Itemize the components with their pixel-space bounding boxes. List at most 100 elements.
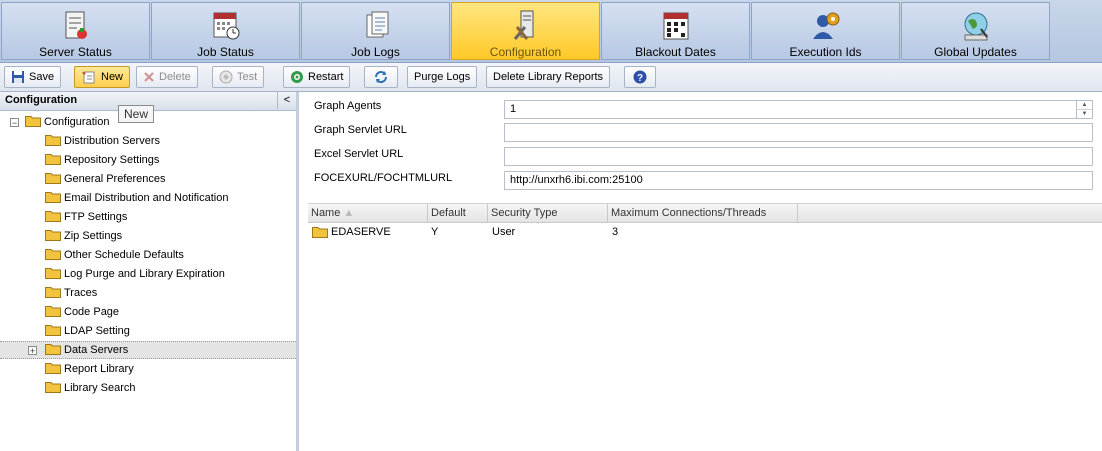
test-label: Test [237,71,258,83]
panel-title: Configuration [5,94,78,106]
collapse-panel-button[interactable]: < [277,92,296,109]
purge-logs-button[interactable]: Purge Logs [407,66,478,88]
tree-item-email-distribution[interactable]: Email Distribution and Notification [45,189,228,207]
delete-icon [144,72,154,82]
column-header-name[interactable]: Name ▲ [308,204,428,222]
column-label: Name [311,207,341,219]
tree-item-report-library[interactable]: Report Library [45,360,134,378]
tree-item-configuration-root[interactable]: Configuration [25,113,109,131]
graph-servlet-url-field[interactable] [504,123,1093,142]
folder-icon [45,363,61,374]
cell-security-type: User [492,226,516,238]
tree-item-repository-settings[interactable]: Repository Settings [45,151,159,169]
save-icon [12,71,24,84]
tree-item-ftp-settings[interactable]: FTP Settings [45,208,127,226]
tab-global-updates[interactable]: Global Updates [901,2,1050,60]
tree-item-data-servers[interactable]: Data Servers [45,341,128,359]
help-button[interactable]: ? [624,66,656,88]
tree-label: Distribution Servers [64,135,160,147]
delete-library-reports-label: Delete Library Reports [493,71,604,83]
column-label: Maximum Connections/Threads [611,207,767,219]
expand-data-servers-toggle[interactable]: + [28,346,37,356]
tab-job-logs[interactable]: Job Logs [301,2,450,60]
cell-name: EDASERVE [331,226,391,238]
job-logs-icon [366,11,388,38]
folder-icon [45,287,61,298]
graph-agents-field[interactable]: 1 ▲ ▼ [504,100,1093,119]
folder-icon [45,154,61,165]
tree-item-code-page[interactable]: Code Page [45,303,119,321]
stepper-up-icon[interactable]: ▲ [1077,101,1092,110]
refresh-icon [375,71,387,84]
cell-default: Y [431,226,439,238]
tree-label: Other Schedule Defaults [64,249,184,261]
test-button[interactable]: Test [212,66,265,88]
tree-label: Code Page [64,306,120,318]
focexurl-field[interactable]: http://unxrh6.ibi.com:25100 [504,171,1093,190]
svg-text:?: ? [637,73,643,84]
folder-icon [45,192,61,203]
tree-item-other-schedule-defaults[interactable]: Other Schedule Defaults [45,246,184,264]
tab-label: Server Status [39,45,112,59]
tree-item-general-preferences[interactable]: General Preferences [45,170,166,188]
tree-label: Zip Settings [64,230,123,242]
cell-max-connections: 3 [612,226,619,238]
help-icon: ? [633,70,647,84]
new-icon [82,71,95,84]
delete-library-reports-button[interactable]: Delete Library Reports [486,66,611,88]
tree-label: Email Distribution and Notification [64,192,229,204]
restart-label: Restart [308,71,344,83]
configuration-icon [513,10,533,40]
tab-label: Configuration [489,45,562,59]
tab-job-status[interactable]: Job Status [151,2,300,60]
purge-logs-label: Purge Logs [414,71,471,83]
folder-icon [45,306,61,317]
graph-agents-stepper[interactable]: ▲ ▼ [1076,101,1092,118]
tab-configuration[interactable]: Configuration [451,2,600,60]
tree-item-library-search[interactable]: Library Search [45,379,136,397]
graph-servlet-url-label: Graph Servlet URL [314,124,407,136]
column-header-security-type[interactable]: Security Type [488,204,608,222]
excel-servlet-url-field[interactable] [504,147,1093,166]
new-button[interactable]: New [74,66,131,88]
toolbar: Save New Delete Test Restart Purge Logs … [0,63,1102,92]
folder-icon [45,382,61,393]
tab-server-status[interactable]: Server Status [1,2,150,60]
job-status-icon [213,12,239,40]
column-header-default[interactable]: Default [428,204,488,222]
tree-item-log-purge[interactable]: Log Purge and Library Expiration [45,265,225,283]
tree-label: Data Servers [64,344,129,356]
folder-icon [45,173,61,184]
tree-label: LDAP Setting [64,325,130,337]
tab-blackout-dates[interactable]: Blackout Dates [601,2,750,60]
save-button[interactable]: Save [4,66,62,88]
graph-agents-value: 1 [510,103,517,115]
tree-label: Report Library [64,363,134,375]
restart-button[interactable]: Restart [283,66,351,88]
excel-servlet-url-label: Excel Servlet URL [314,148,404,160]
refresh-button[interactable] [364,66,398,88]
folder-icon [312,227,328,238]
folder-icon [45,211,61,222]
folder-icon [45,135,61,146]
server-status-icon [65,11,87,39]
tab-label: Global Updates [934,45,1017,59]
tab-execution-ids[interactable]: Execution Ids [751,2,900,60]
collapse-root-toggle[interactable]: − [10,118,19,128]
tree-item-traces[interactable]: Traces [45,284,97,302]
tree-label: Repository Settings [64,154,160,166]
tree-label: Library Search [64,382,136,394]
tree-item-distribution-servers[interactable]: Distribution Servers [45,132,160,150]
tab-label: Execution Ids [789,45,862,59]
tree-label: Traces [64,287,98,299]
save-label: Save [29,71,55,83]
tree-item-zip-settings[interactable]: Zip Settings [45,227,122,245]
stepper-down-icon[interactable]: ▼ [1077,110,1092,118]
new-label: New [101,71,124,83]
tree-label: Configuration [44,116,110,128]
restart-icon [291,71,303,84]
tree-item-ldap-setting[interactable]: LDAP Setting [45,322,130,340]
column-header-max-connections[interactable]: Maximum Connections/Threads [608,204,798,222]
delete-button[interactable]: Delete [136,66,198,88]
grid-header: Name ▲ Default Security Type Maximum Con… [308,203,1102,223]
